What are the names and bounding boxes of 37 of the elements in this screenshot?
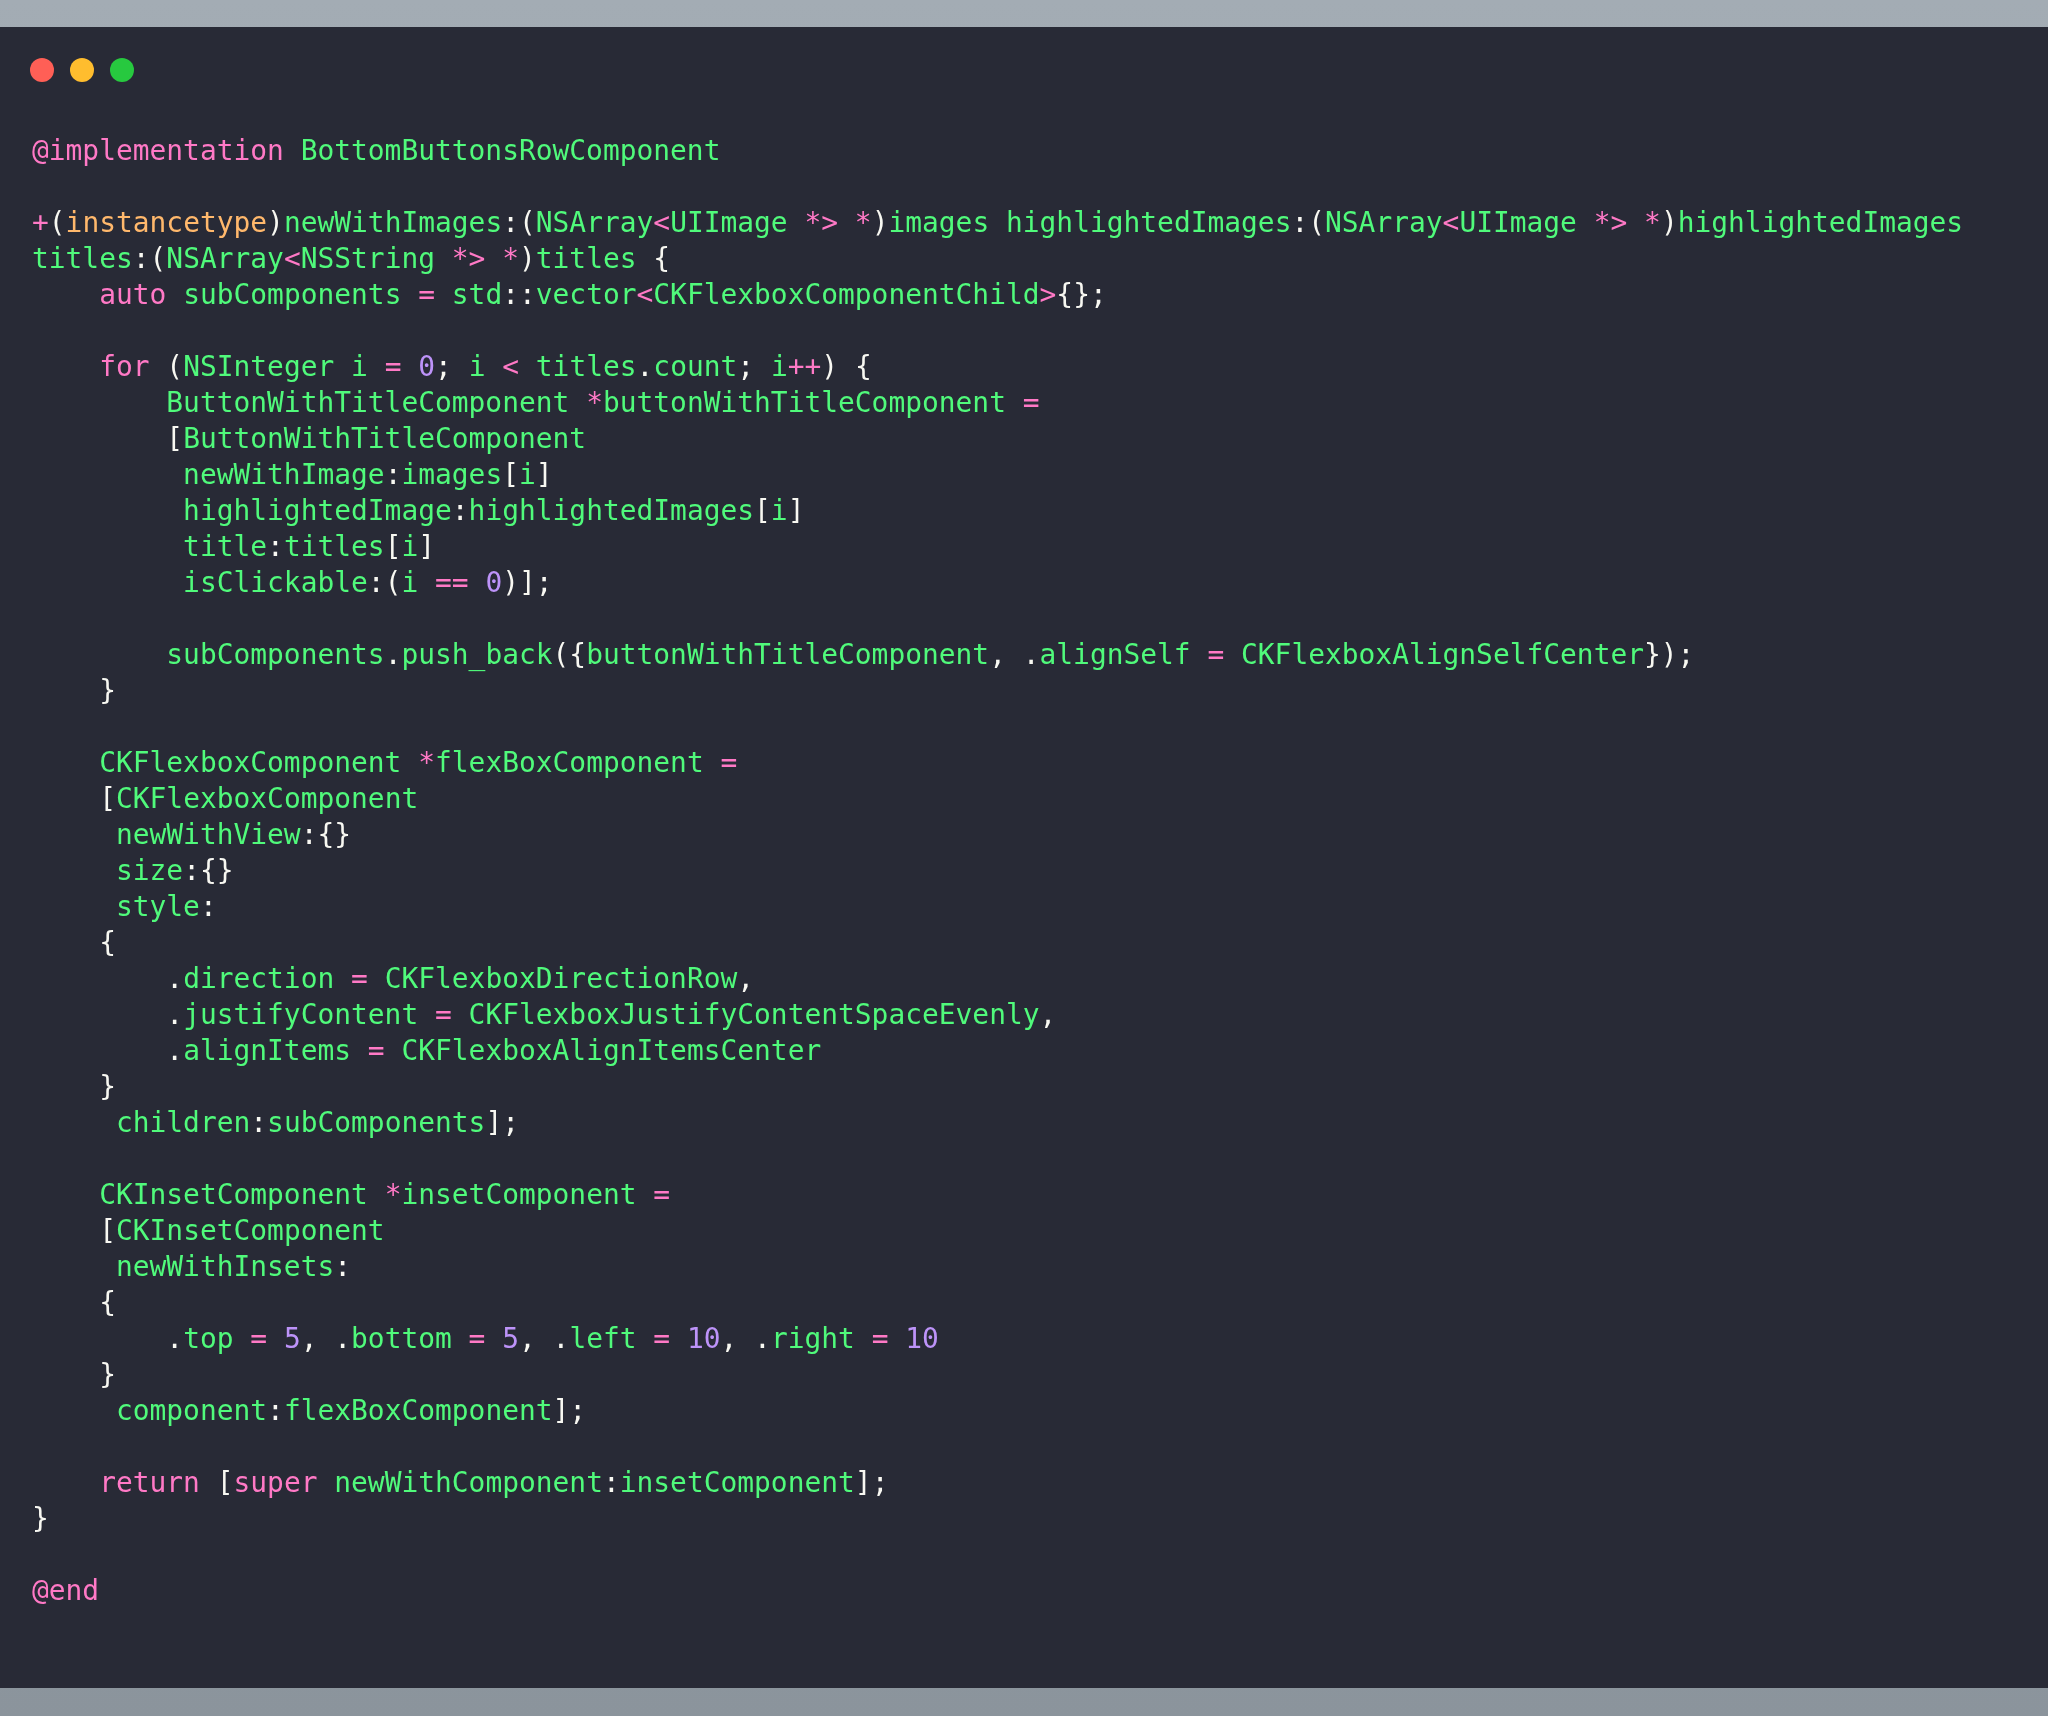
code-line: title:titles[i] xyxy=(182,529,436,565)
code-line: isClickable:(i == 0)]; xyxy=(182,565,553,601)
code-line: newWithImage:images[i] xyxy=(182,457,553,493)
code-line: subComponents.push_back({buttonWithTitleComponent, .alignSelf = CKFlexboxAlignSelfCenter}); xyxy=(165,637,1695,673)
code-line: @implementation BottomButtonsRowComponent xyxy=(32,133,721,169)
code-line: { xyxy=(98,925,116,961)
code-line: @end xyxy=(32,1573,100,1609)
code-line: } xyxy=(98,673,116,709)
minimize-dot-icon xyxy=(70,58,94,82)
code-line: CKFlexboxComponent *flexBoxComponent = xyxy=(98,745,738,781)
code-line: children:subComponents]; xyxy=(114,1105,519,1141)
code-line: +(instancetype)newWithImages:(NSArray<UIImage *> *)images highlightedImages:(NSArray<UIImage *> *)highlightedImages xyxy=(32,205,1964,241)
code-line: titles:(NSArray<NSString *> *)titles { xyxy=(32,241,671,277)
code-line: { xyxy=(98,1285,116,1321)
code-line: } xyxy=(32,1501,49,1537)
code-line: newWithInsets: xyxy=(114,1249,352,1285)
code-line: ButtonWithTitleComponent *buttonWithTitleComponent = xyxy=(165,385,1040,421)
code-line: } xyxy=(98,1069,116,1105)
code-line: CKInsetComponent *insetComponent = xyxy=(98,1177,671,1213)
code-line: [CKInsetComponent xyxy=(98,1213,385,1249)
code-line: } xyxy=(98,1357,116,1393)
code-line: size:{} xyxy=(114,853,234,889)
code-line: [ButtonWithTitleComponent xyxy=(165,421,587,457)
code-line: .justifyContent = CKFlexboxJustifyContentSpaceEvenly, xyxy=(165,997,1057,1033)
close-dot-icon xyxy=(30,58,54,82)
code-line: highlightedImage:highlightedImages[i] xyxy=(182,493,805,529)
code-line: newWithView:{} xyxy=(114,817,352,853)
code-line: .top = 5, .bottom = 5, .left = 10, .right = 10 xyxy=(165,1321,939,1357)
code-line: .direction = CKFlexboxDirectionRow, xyxy=(165,961,755,997)
code-line: style: xyxy=(114,889,217,925)
zoom-dot-icon xyxy=(110,58,134,82)
code-line: for (NSInteger i = 0; i < titles.count; i++) { xyxy=(98,349,872,385)
code-line: component:flexBoxComponent]; xyxy=(114,1393,587,1429)
code-line: auto subComponents = std::vector<CKFlexboxComponentChild>{}; xyxy=(98,277,1107,313)
code-line: return [super newWithComponent:insetComponent]; xyxy=(98,1465,889,1501)
code-line: [CKFlexboxComponent xyxy=(98,781,419,817)
code-line: .alignItems = CKFlexboxAlignItemsCenter xyxy=(165,1033,822,1069)
